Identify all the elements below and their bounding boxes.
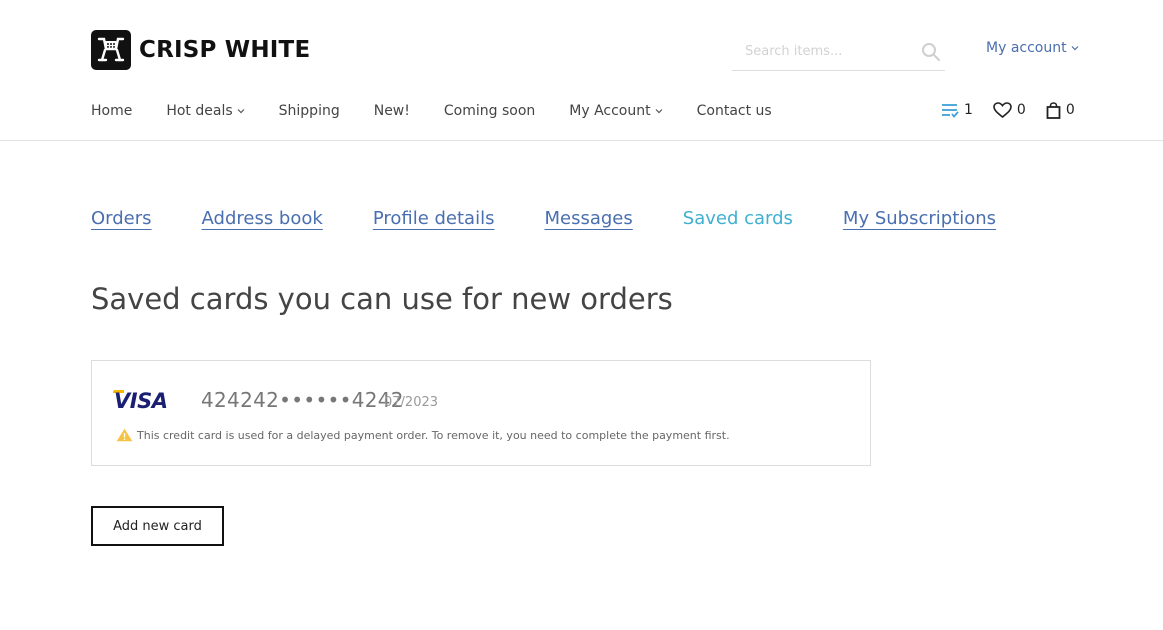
shopping-list-button[interactable]: 1: [941, 102, 973, 118]
tab-profile-details[interactable]: Profile details: [373, 208, 495, 229]
nav-item-hot-deals[interactable]: Hot deals: [166, 103, 245, 119]
nav-item-my-account[interactable]: My Account: [569, 103, 663, 119]
saved-card-item: VISA 424242••••••4242 07/2023 This credi…: [91, 360, 871, 466]
heart-icon: [993, 102, 1012, 118]
search-icon[interactable]: [921, 42, 941, 62]
brand-name: CRISP WHITE: [139, 37, 311, 63]
nav-item-new[interactable]: New!: [374, 103, 410, 119]
nav-item-label: Hot deals: [166, 103, 233, 119]
nav-item-label: Coming soon: [443, 103, 536, 119]
nav-item-label: Home: [91, 103, 133, 119]
header-divider: [0, 140, 1163, 141]
card-warning: This credit card is used for a delayed p…: [116, 428, 730, 442]
tab-orders[interactable]: Orders: [91, 208, 152, 229]
warning-icon: [116, 428, 133, 442]
nav-item-label: Shipping: [278, 103, 340, 119]
card-expiry: 07/2023: [384, 395, 439, 410]
card-warning-text: This credit card is used for a delayed p…: [137, 428, 730, 442]
visa-logo: VISA: [114, 389, 168, 413]
tab-messages[interactable]: Messages: [544, 208, 632, 229]
nav-item-shipping[interactable]: Shipping: [279, 103, 340, 119]
tab-saved-cards[interactable]: Saved cards: [683, 208, 793, 229]
chevron-down-icon: [655, 109, 663, 114]
header-icon-bar: 1 0 0: [941, 99, 1075, 121]
brand-logo[interactable]: CRISP WHITE: [91, 30, 310, 70]
my-account-menu[interactable]: My account: [986, 40, 1079, 56]
nav-item-label: Contact us: [696, 103, 772, 119]
add-new-card-button[interactable]: Add new card: [91, 506, 224, 546]
card-number: 424242••••••4242: [201, 388, 404, 412]
nav-item-contact-us[interactable]: Contact us: [697, 103, 772, 119]
tab-address-book[interactable]: Address book: [202, 208, 323, 229]
list-check-icon: [942, 104, 959, 118]
chevron-down-icon: [237, 109, 245, 114]
cart-count: 0: [1065, 102, 1075, 118]
account-tabs: Orders Address book Profile details Message…: [91, 208, 1046, 229]
my-account-label: My account: [986, 40, 1067, 56]
nav-item-coming-soon[interactable]: Coming soon: [444, 103, 535, 119]
nav-item-label: My Account: [569, 103, 651, 119]
chevron-down-icon: [1071, 46, 1079, 51]
logo-icon: [91, 30, 131, 70]
main-navigation: Home Hot deals Shipping New! Coming soon My A…: [91, 100, 806, 122]
shopping-bag-icon: [1046, 101, 1061, 119]
nav-item-label: New!: [373, 103, 410, 119]
nav-item-home[interactable]: Home: [91, 103, 132, 119]
cart-button[interactable]: 0: [1046, 101, 1075, 119]
list-count: 1: [964, 102, 973, 118]
wishlist-button[interactable]: 0: [993, 102, 1026, 118]
search-input[interactable]: [745, 39, 915, 63]
header-top: CRISP WHITE My account: [0, 0, 1163, 95]
tab-my-subscriptions[interactable]: My Subscriptions: [843, 208, 996, 229]
wishlist-count: 0: [1016, 102, 1026, 118]
page-title: Saved cards you can use for new orders: [91, 282, 673, 316]
search-box: [732, 35, 945, 71]
